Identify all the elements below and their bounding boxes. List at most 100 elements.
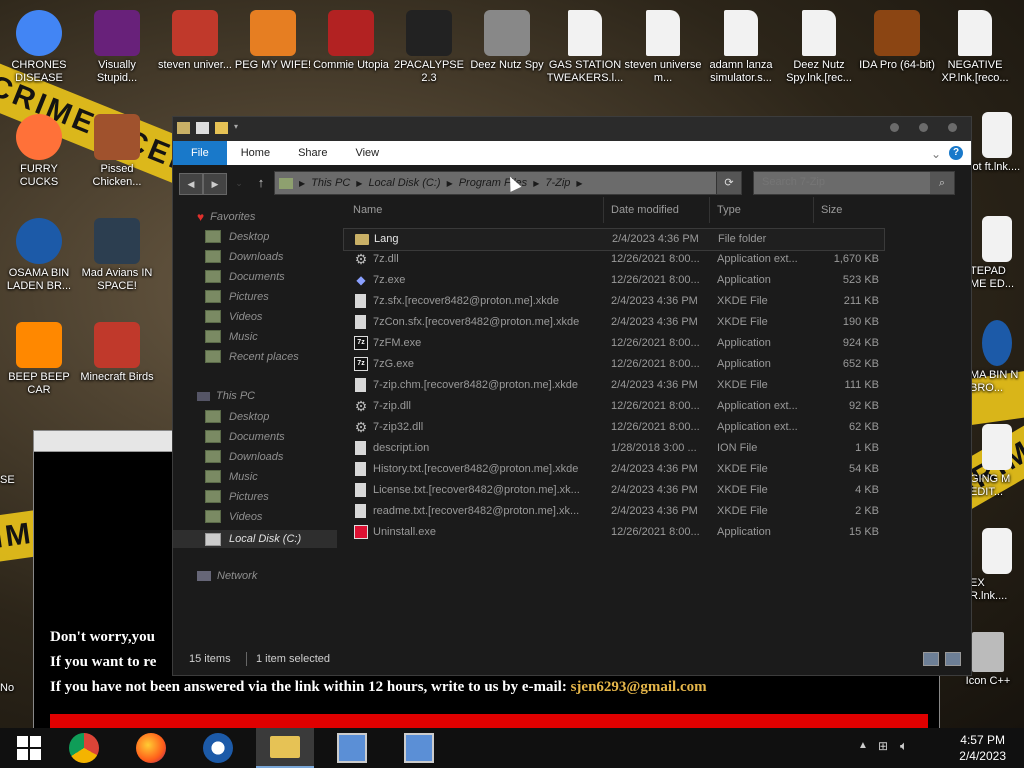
back-button[interactable]: ◀ [179, 173, 203, 195]
desktop-icon[interactable]: PEG MY WIFE! [234, 10, 312, 72]
search-icon[interactable]: ⌕ [930, 172, 954, 194]
column-divider[interactable] [603, 197, 604, 223]
file-row[interactable]: 7z 7zFM.exe 12/26/2021 8:00... Application 9… [343, 333, 883, 354]
chevron-right-icon[interactable]: ▶ [356, 179, 362, 188]
taskbar-clock[interactable]: 4:57 PM 2/4/2023 [959, 732, 1006, 764]
file-row[interactable]: 7z.sfx.[recover8482@proton.me].xkde 2/4/2… [343, 291, 883, 312]
search-box[interactable]: ⌕ [753, 171, 955, 195]
chevron-right-icon[interactable]: ▶ [533, 179, 539, 188]
file-row[interactable]: License.txt.[recover8482@proton.me].xk..… [343, 480, 883, 501]
file-row[interactable]: ⚙ 7z.dll 12/26/2021 8:00... Application ext… [343, 249, 883, 270]
chevron-down-icon[interactable]: ⌄ [931, 147, 941, 161]
nav-pc-item[interactable]: Videos [205, 510, 262, 523]
taskbar-app-1[interactable] [323, 728, 381, 768]
desktop-icon[interactable]: OSAMA BIN LADEN BR... [0, 218, 78, 293]
chevron-right-icon[interactable]: ▶ [447, 179, 453, 188]
desktop-icon[interactable]: Pissed Chicken... [78, 114, 156, 189]
file-row[interactable]: ◆ 7z.exe 12/26/2021 8:00... Application 523 … [343, 270, 883, 291]
file-row[interactable]: Uninstall.exe 12/26/2021 8:00... Applicati… [343, 522, 883, 543]
nav-favorite-item[interactable]: Downloads [205, 250, 283, 263]
desktop-icon[interactable]: 2PACALYPSE 2.3 [390, 10, 468, 85]
file-list-pane[interactable]: Name Date modified Type Size Lang 2/4/202… [343, 197, 971, 645]
nav-pc-item[interactable]: Pictures [205, 490, 269, 503]
nav-favorite-item[interactable]: Desktop [205, 230, 269, 243]
chevron-down-icon[interactable]: ▾ [234, 122, 242, 134]
desktop-icon[interactable]: Commie Utopia [312, 10, 390, 72]
desktop-icon-partial[interactable]: SE [0, 474, 30, 487]
refresh-button[interactable]: ⟳ [716, 172, 741, 194]
window-titlebar[interactable]: ▾ [173, 117, 971, 141]
desktop-icon-partial[interactable]: EX R.lnk.... [970, 528, 1024, 603]
taskbar-obama-app[interactable] [189, 728, 247, 768]
nav-this-pc[interactable]: This PC [197, 390, 255, 402]
desktop-icon[interactable]: GAS STATION TWEAKERS.l... [546, 10, 624, 85]
nav-pc-item[interactable]: Documents [205, 430, 285, 443]
forward-button[interactable]: ▶ [203, 173, 227, 195]
taskbar-firefox[interactable] [122, 728, 180, 768]
new-folder-icon[interactable] [215, 122, 228, 134]
chevron-right-icon[interactable]: ▶ [576, 179, 582, 188]
nav-favorite-item[interactable]: Recent places [205, 350, 299, 363]
taskbar-file-explorer[interactable] [256, 728, 314, 768]
large-icons-view-icon[interactable] [945, 652, 961, 666]
desktop-icon[interactable]: NEGATIVE XP.lnk.[reco... [936, 10, 1014, 85]
file-row[interactable]: 7-zip.chm.[recover8482@proton.me].xkde 2/… [343, 375, 883, 396]
desktop-icon[interactable]: steven universe m... [624, 10, 702, 85]
file-row[interactable]: Lang 2/4/2023 4:36 PM File folder [343, 228, 885, 251]
desktop-icon-partial[interactable]: No [0, 682, 30, 695]
file-row[interactable]: 7z 7zG.exe 12/26/2021 8:00... Application 65… [343, 354, 883, 375]
volume-icon[interactable]: 🔈︎ [900, 738, 908, 754]
desktop-icon[interactable]: BEEP BEEP CAR [0, 322, 78, 397]
recent-locations-button[interactable]: ⌄ [231, 173, 247, 193]
close-button[interactable] [948, 123, 957, 132]
desktop-icon-partial[interactable]: lot ft.lnk.... [970, 112, 1024, 174]
maximize-button[interactable] [919, 123, 928, 132]
desktop-icon[interactable]: IDA Pro (64-bit) [858, 10, 936, 72]
file-row[interactable]: readme.txt.[recover8482@proton.me].xk...… [343, 501, 883, 522]
breadcrumb-7zip[interactable]: 7-Zip [545, 177, 570, 189]
nav-pc-item[interactable]: Desktop [205, 410, 269, 423]
nav-network[interactable]: Network [197, 570, 257, 582]
column-divider[interactable] [813, 197, 814, 223]
file-explorer-window[interactable]: ▾ File Home Share View ⌄ ? ◀ ▶ ⌄ ↑ ▶ Thi… [172, 116, 972, 676]
nav-favorite-item[interactable]: Pictures [205, 290, 269, 303]
column-header-date[interactable]: Date modified [611, 204, 679, 216]
up-button[interactable]: ↑ [253, 173, 269, 193]
column-header-size[interactable]: Size [821, 204, 842, 216]
file-row[interactable]: ⚙ 7-zip32.dll 12/26/2021 8:00... Applicatio… [343, 417, 883, 438]
desktop-icon[interactable]: FURRY CUCKS [0, 114, 78, 189]
column-header-name[interactable]: Name [353, 204, 382, 216]
file-row[interactable]: descript.ion 1/28/2018 3:00 ... ION File 1 … [343, 438, 883, 459]
taskbar-chrome[interactable] [55, 728, 113, 768]
file-row[interactable]: History.txt.[recover8482@proton.me].xkde… [343, 459, 883, 480]
nav-local-disk[interactable]: Local Disk (C:) [173, 530, 337, 548]
desktop-icon-partial[interactable]: MA BIN N BRO... [970, 320, 1024, 395]
nav-favorites[interactable]: ♥ Favorites [197, 210, 255, 224]
network-icon[interactable]: ⊞ [878, 739, 888, 753]
nav-favorite-item[interactable]: Videos [205, 310, 262, 323]
desktop-icon[interactable]: Deez Nutz Spy [468, 10, 546, 72]
tab-home[interactable]: Home [227, 141, 284, 165]
taskbar-app-2[interactable] [390, 728, 448, 768]
desktop-icon[interactable]: Mad Avians IN SPACE! [78, 218, 156, 293]
details-view-icon[interactable] [923, 652, 939, 666]
tab-view[interactable]: View [341, 141, 393, 165]
desktop-icon[interactable]: Deez Nutz Spy.lnk.[rec... [780, 10, 858, 85]
nav-pc-item[interactable]: Music [205, 470, 258, 483]
desktop-icon[interactable]: adamn lanza simulator.s... [702, 10, 780, 85]
chevron-right-icon[interactable]: ▶ [299, 179, 305, 188]
desktop-icon[interactable]: Visually Stupid... [78, 10, 156, 85]
desktop-icon[interactable]: steven univer... [156, 10, 234, 72]
minimize-button[interactable] [890, 123, 899, 132]
start-button[interactable] [0, 728, 58, 768]
search-input[interactable] [754, 172, 935, 192]
nav-favorite-item[interactable]: Documents [205, 270, 285, 283]
chevron-up-icon[interactable]: ▲ [858, 740, 868, 751]
column-header-type[interactable]: Type [717, 204, 741, 216]
nav-pc-item[interactable]: Downloads [205, 450, 283, 463]
help-icon[interactable]: ? [949, 146, 963, 160]
column-divider[interactable] [709, 197, 710, 223]
breadcrumb-this-pc[interactable]: This PC [311, 177, 350, 189]
tab-share[interactable]: Share [284, 141, 341, 165]
nav-favorite-item[interactable]: Music [205, 330, 258, 343]
